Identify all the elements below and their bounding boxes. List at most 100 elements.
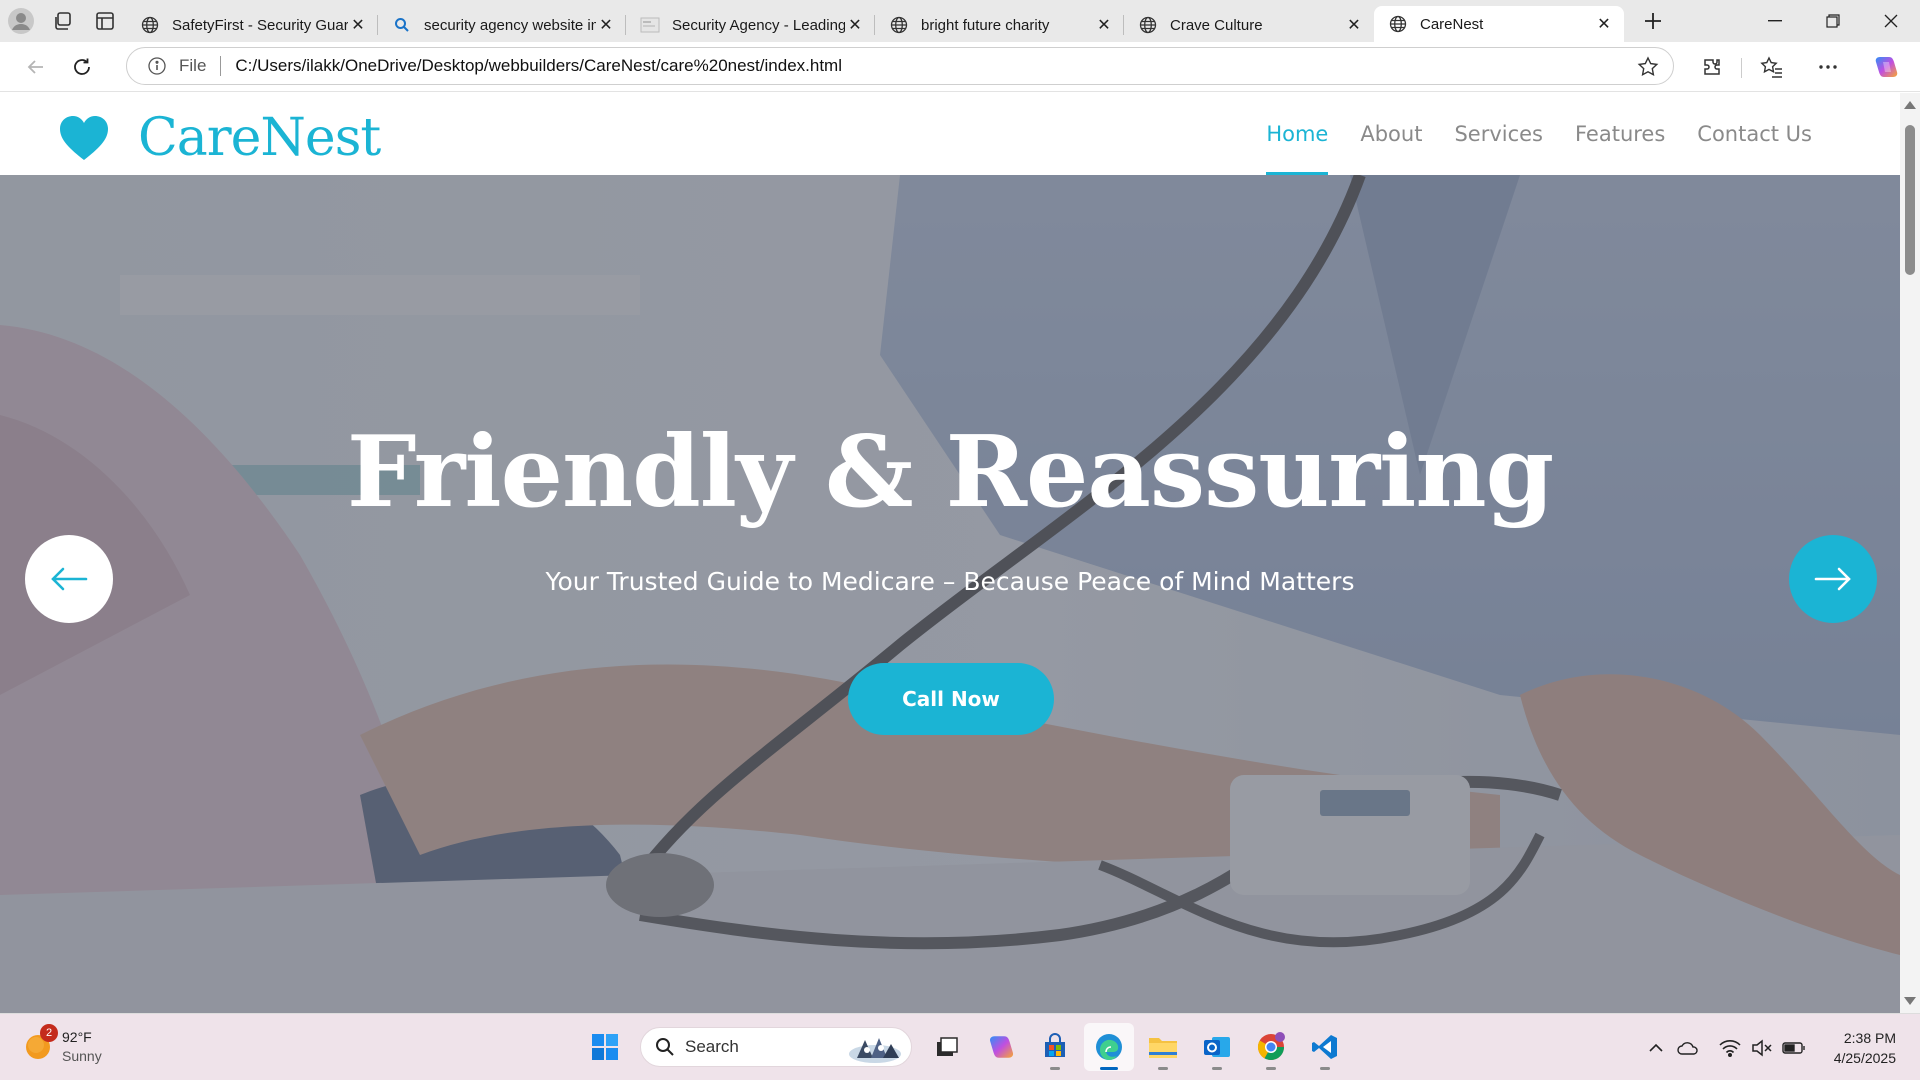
close-tab-icon[interactable]: ✕ [1344, 15, 1364, 35]
microsoft-store-icon[interactable] [1030, 1023, 1080, 1071]
scroll-up-icon[interactable] [1904, 101, 1916, 109]
browser-tab[interactable]: bright future charity ✕ [875, 8, 1124, 42]
search-icon [392, 15, 412, 35]
extensions-icon[interactable] [1692, 47, 1732, 87]
copilot-icon[interactable] [1866, 47, 1906, 87]
windows-taskbar: 2 92°F Sunny Search 2:38 PM 4/25/2025 [0, 1013, 1920, 1080]
minimize-button[interactable] [1746, 0, 1804, 42]
close-tab-icon[interactable]: ✕ [348, 15, 368, 35]
running-indicator [1158, 1067, 1168, 1070]
info-icon [148, 57, 166, 75]
scheme-label: File [179, 56, 207, 75]
close-tab-icon[interactable]: ✕ [596, 15, 616, 35]
weather-widget[interactable]: 2 92°F Sunny [24, 1024, 102, 1066]
nav-contact-us[interactable]: Contact Us [1697, 93, 1812, 175]
battery-icon[interactable] [1778, 1028, 1810, 1068]
tab-title: Security Agency - Leading [672, 16, 845, 34]
hero-title: Friendly & Reassuring [346, 415, 1554, 530]
search-highlight-icon [849, 1038, 901, 1063]
close-window-button[interactable] [1862, 0, 1920, 42]
running-indicator [1212, 1067, 1222, 1070]
running-indicator [1266, 1067, 1276, 1070]
divider [220, 56, 222, 76]
search-icon [656, 1038, 674, 1056]
browser-tab[interactable]: Crave Culture ✕ [1124, 8, 1374, 42]
favorite-star-icon[interactable] [1637, 56, 1659, 82]
site-info-button[interactable]: File [147, 56, 206, 76]
heart-icon [60, 116, 108, 160]
favorites-icon[interactable] [1752, 47, 1792, 87]
browser-tab-active[interactable]: CareNest ✕ [1374, 6, 1624, 42]
taskbar-apps: Search [578, 1023, 1352, 1071]
chrome-icon[interactable] [1246, 1023, 1296, 1071]
browser-tab[interactable]: SafetyFirst - Security Guard ✕ [126, 8, 378, 42]
site-logo[interactable]: CareNest [58, 108, 381, 168]
weather-temp: 92°F [62, 1029, 92, 1045]
onedrive-cloud-icon[interactable] [1672, 1028, 1704, 1068]
site-header: CareNest Home About Services Features Co… [0, 93, 1900, 175]
vertical-tabs-icon[interactable] [84, 0, 126, 42]
scroll-down-icon[interactable] [1904, 997, 1916, 1005]
globe-icon [1138, 15, 1158, 35]
address-bar[interactable]: File C:/Users/ilakk/OneDrive/Desktop/web… [126, 47, 1674, 85]
search-label: Search [685, 1037, 739, 1056]
system-tray: 2:38 PM 4/25/2025 [1640, 1014, 1920, 1081]
globe-icon [889, 15, 909, 35]
page-scrollbar[interactable] [1900, 93, 1920, 1013]
back-button[interactable] [14, 47, 58, 87]
page-thumbnail-icon [640, 15, 660, 35]
close-tab-icon[interactable]: ✕ [845, 15, 865, 35]
outlook-icon[interactable] [1192, 1023, 1242, 1071]
vscode-icon[interactable] [1300, 1023, 1350, 1071]
windows-logo-icon [592, 1034, 618, 1060]
globe-icon [140, 15, 160, 35]
running-indicator [1100, 1067, 1118, 1070]
tab-title: SafetyFirst - Security Guard [172, 16, 348, 34]
running-indicator [1050, 1067, 1060, 1070]
divider [1741, 58, 1742, 78]
close-tab-icon[interactable]: ✕ [1094, 15, 1114, 35]
system-clock[interactable]: 2:38 PM 4/25/2025 [1810, 1028, 1920, 1068]
taskbar-search[interactable]: Search [640, 1027, 912, 1067]
copilot-app-icon[interactable] [976, 1023, 1026, 1071]
call-now-button[interactable]: Call Now [848, 663, 1054, 735]
scrollbar-thumb[interactable] [1905, 125, 1915, 275]
volume-muted-icon[interactable] [1746, 1028, 1778, 1068]
file-explorer-icon[interactable] [1138, 1023, 1188, 1071]
main-nav: Home About Services Features Contact Us [1234, 93, 1812, 175]
refresh-button[interactable] [60, 47, 104, 87]
browser-tab[interactable]: security agency website images ✕ [378, 8, 626, 42]
browser-toolbar: File C:/Users/ilakk/OneDrive/Desktop/web… [0, 42, 1920, 92]
notification-badge: 2 [40, 1024, 58, 1042]
nav-features[interactable]: Features [1575, 93, 1665, 175]
more-options-icon[interactable] [1808, 47, 1848, 87]
close-tab-icon[interactable]: ✕ [1594, 14, 1614, 34]
edge-browser-icon[interactable] [1084, 1023, 1134, 1071]
tab-title: bright future charity [921, 16, 1050, 34]
brand-name: CareNest [138, 108, 381, 168]
web-page: CareNest Home About Services Features Co… [0, 93, 1900, 1013]
slider-prev-button[interactable] [25, 535, 113, 623]
nav-home[interactable]: Home [1266, 93, 1329, 175]
clock-date: 4/25/2025 [1833, 1049, 1896, 1066]
profile-avatar-icon[interactable] [0, 0, 42, 42]
wifi-icon[interactable] [1714, 1028, 1746, 1068]
url-text[interactable]: C:/Users/ilakk/OneDrive/Desktop/webbuild… [235, 56, 842, 76]
tab-title: CareNest [1420, 15, 1484, 33]
chevron-up-icon[interactable] [1640, 1028, 1672, 1068]
browser-tab-strip: SafetyFirst - Security Guard ✕ security … [0, 0, 1920, 42]
arrow-left-icon [51, 567, 88, 591]
nav-about[interactable]: About [1360, 93, 1422, 175]
clock-time: 2:38 PM [1843, 1029, 1896, 1046]
hero-subtitle: Your Trusted Guide to Medicare – Because… [545, 567, 1355, 596]
restore-button[interactable] [1804, 0, 1862, 42]
nav-services[interactable]: Services [1454, 93, 1543, 175]
task-view-icon[interactable] [922, 1023, 972, 1071]
slider-next-button[interactable] [1789, 535, 1877, 623]
start-button[interactable] [580, 1023, 630, 1071]
hero-slider: Friendly & Reassuring Your Trusted Guide… [0, 175, 1900, 1013]
arrow-right-icon [1814, 567, 1851, 591]
workspaces-icon[interactable] [42, 0, 84, 42]
browser-tab[interactable]: Security Agency - Leading ✕ [626, 8, 875, 42]
new-tab-button[interactable] [1632, 0, 1674, 42]
